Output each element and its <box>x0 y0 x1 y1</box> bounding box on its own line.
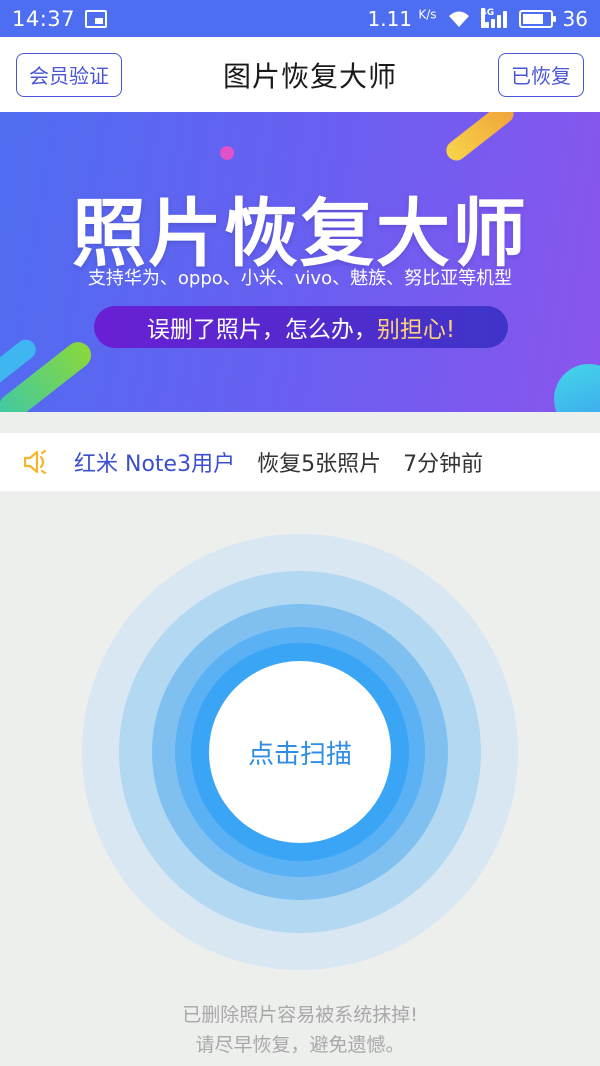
status-bar: 14:37 1.11 K/s 4G 36 <box>0 0 600 37</box>
footer-line-2: 请尽早恢复，避免遗憾。 <box>195 1034 405 1056</box>
signal-icon: 4G <box>480 7 509 28</box>
slogan-text: 误删了照片，怎么办， <box>146 317 377 343</box>
footer-hint: 已删除照片容易被系统抹掉! 请尽早恢复，避免遗憾。 <box>0 1000 600 1060</box>
recovered-button[interactable]: 已恢复 <box>497 52 584 97</box>
battery-icon <box>518 9 556 28</box>
scan-button[interactable]: 点击扫描 <box>209 661 391 843</box>
clock: 14:37 <box>12 6 76 31</box>
status-bar-right: 1.11 K/s 4G 36 <box>367 7 588 31</box>
notice-action: 恢复5张照片 <box>257 452 382 477</box>
promo-banner[interactable]: 照片恢复大师 支持华为、oppo、小米、vivo、魅族、努比亚等机型 误删了照片… <box>0 112 600 412</box>
recovery-notice: 红米 Note3用户 恢复5张照片 7分钟前 <box>0 433 600 491</box>
page-title: 图片恢复大师 <box>222 59 397 93</box>
notice-user: 红米 Note3用户 <box>74 452 236 477</box>
notification-icon <box>85 9 108 28</box>
battery-level: 36 <box>562 6 588 31</box>
network-type: 4G <box>480 7 494 28</box>
slogan-highlight: 别担心! <box>376 317 456 343</box>
notice-time: 7分钟前 <box>403 452 484 477</box>
status-bar-left: 14:37 <box>12 6 108 31</box>
member-verify-button[interactable]: 会员验证 <box>16 52 122 97</box>
speaker-icon <box>23 449 47 475</box>
wifi-icon <box>448 11 469 27</box>
network-speed: 1.11 K/s <box>367 6 437 31</box>
banner-subtitle: 支持华为、oppo、小米、vivo、魅族、努比亚等机型 <box>87 268 513 289</box>
decor-dot <box>220 146 234 160</box>
footer-line-1: 已删除照片容易被系统抹掉! <box>182 1004 418 1026</box>
decor-stripe-orange <box>442 112 518 165</box>
banner-slogan: 误删了照片，怎么办， 别担心! <box>94 306 508 348</box>
app-header: 会员验证 图片恢复大师 已恢复 <box>0 37 600 112</box>
decor-ball <box>554 364 600 412</box>
